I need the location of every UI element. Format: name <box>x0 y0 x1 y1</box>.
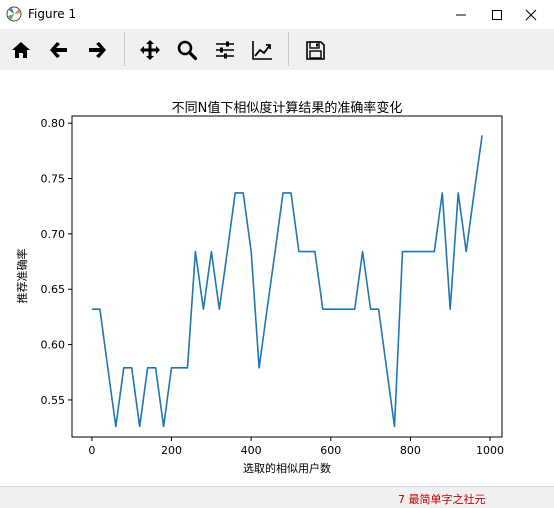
maximize-icon <box>492 9 502 20</box>
minimize-icon <box>456 14 466 15</box>
magnifier-icon <box>177 40 198 61</box>
toolbar-separator <box>124 32 125 66</box>
matplotlib-logo-icon <box>6 6 22 22</box>
y-tick-label: 0.80 <box>41 117 66 130</box>
toolbar <box>0 29 554 70</box>
x-axis-label: 选取的相似用户数 <box>243 461 331 475</box>
y-tick-label: 0.70 <box>41 228 66 241</box>
close-icon <box>525 9 537 20</box>
home-icon <box>12 42 30 58</box>
sliders-icon <box>216 41 234 59</box>
y-tick-label: 0.65 <box>41 283 66 296</box>
toolbar-separator <box>288 32 289 66</box>
x-tick-label: 800 <box>400 444 421 457</box>
arrow-left-icon <box>50 42 67 58</box>
y-tick-label: 0.55 <box>41 394 66 407</box>
plot-area <box>72 116 502 437</box>
save-button[interactable] <box>300 35 330 65</box>
window-titlebar: Figure 1 <box>0 0 554 30</box>
x-tick-label: 200 <box>161 444 182 457</box>
configure-subplots-button[interactable] <box>210 35 240 65</box>
x-tick-label: 600 <box>320 444 341 457</box>
y-tick-label: 0.75 <box>41 173 66 186</box>
home-button[interactable] <box>6 35 36 65</box>
zoom-button[interactable] <box>172 35 202 65</box>
y-tick-label: 0.60 <box>41 339 66 352</box>
x-tick-label: 0 <box>88 444 95 457</box>
window-title: Figure 1 <box>28 7 77 21</box>
close-button[interactable] <box>508 0 554 29</box>
x-tick-label: 1000 <box>476 444 504 457</box>
x-tick-label: 400 <box>241 444 262 457</box>
y-axis-label: 推荐准确率 <box>15 249 29 304</box>
chart-title: 不同N值下相似度计算结果的准确率变化 <box>172 100 403 116</box>
floppy-disk-icon <box>306 41 325 60</box>
arrow-right-icon <box>89 42 106 58</box>
move-icon <box>140 40 160 60</box>
status-bar: 7 最简单字之社元 <box>0 486 554 508</box>
figure-canvas: 0 200 400 600 800 1000 0.55 0.60 0.65 0.70 0.75 0.8… <box>0 70 554 486</box>
edit-axis-button[interactable] <box>247 35 277 65</box>
pan-button[interactable] <box>135 35 165 65</box>
status-text: 7 最简单字之社元 <box>398 493 486 506</box>
back-button[interactable] <box>44 35 74 65</box>
line-chart: 0 200 400 600 800 1000 0.55 0.60 0.65 0.70 0.75 0.8… <box>15 100 504 475</box>
line-chart-icon <box>252 41 272 60</box>
forward-button[interactable] <box>82 35 112 65</box>
